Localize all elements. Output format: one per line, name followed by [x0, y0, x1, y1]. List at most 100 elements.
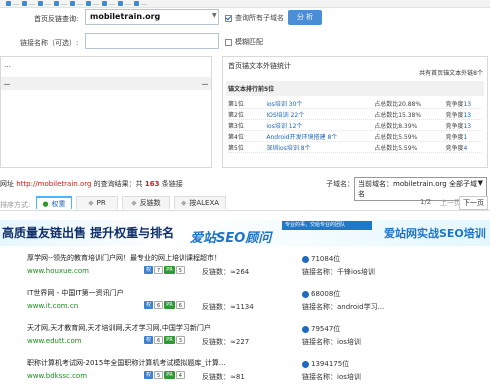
bookmark-icon	[22, 1, 27, 6]
weight-badge: 权	[144, 371, 154, 379]
result-url[interactable]: www.it.com.cn	[27, 302, 78, 310]
backlink-count: 反链数：≈264	[202, 268, 250, 276]
summary-count: 163	[144, 180, 160, 188]
bookmark-icon	[38, 1, 43, 6]
competition-value[interactable]: 13	[463, 112, 471, 119]
alexa-icon	[302, 290, 309, 298]
anchor-rank-row: 第4位 Android开发环境搭建 8个 占总数比5.59% 竞争度1	[228, 131, 482, 142]
sort-tab[interactable]: ◆ PR	[76, 196, 118, 209]
anchor-link[interactable]: ios培训 12个	[266, 121, 374, 130]
result-item: 职称计算机考试网-2015年全国职称计算机考试模拟题库_计算... www.bdk…	[0, 355, 490, 390]
bookmark-item[interactable]: …	[134, 0, 147, 7]
anchor-rank-row: 第5位 深圳ios培训 8个 占总数比5.59% 竞争度4	[228, 142, 482, 153]
competition-value[interactable]: 13	[463, 123, 471, 130]
result-url[interactable]: www.bdkssc.com	[27, 372, 87, 380]
bookmark-icon	[134, 1, 139, 6]
rank-badges: 权 6 PR 6	[144, 301, 186, 309]
anchor-link[interactable]: IOS培训 22个	[266, 110, 374, 119]
alexa-icon	[302, 325, 309, 333]
prev-page-link[interactable]: 上一页	[440, 198, 461, 208]
result-title[interactable]: 厚学网--领先的教育培训门户网！最专业的网上培训课程超市！	[27, 253, 221, 263]
anchor-text: 链接名称：android学习...	[302, 303, 385, 311]
banner-left-text: 高质量友链出售 提升权重与排名	[2, 226, 175, 240]
pr-badge: PR	[164, 266, 175, 274]
result-title[interactable]: IT世界网 - 中国IT第一资讯门户	[27, 288, 124, 298]
competition-value[interactable]: 4	[463, 145, 467, 152]
dropdown-arrow-icon[interactable]: ▼	[212, 12, 217, 19]
result-item: IT世界网 - 中国IT第一资讯门户 www.it.com.cn 权 6 PR 6 反链数：…	[0, 285, 490, 320]
bookmark-item[interactable]: …	[102, 0, 115, 7]
sort-label: 排序方式:	[0, 201, 31, 209]
weight-icon: ●	[42, 199, 49, 208]
alexa-rank: 68008位	[302, 289, 340, 299]
result-title[interactable]: 天才网,天才教育网,天才培训网,天才学习网,中国学习新门户	[27, 323, 211, 333]
backlink-count: 反链数：≈1134	[202, 303, 254, 311]
left-panel-title: …	[4, 61, 11, 69]
sort-icon: ◆	[131, 199, 137, 207]
anchor-text: 链接名称：ios培训	[302, 338, 361, 346]
link-name-label: 链接名称（可选）:	[20, 39, 79, 47]
result-url[interactable]: www.houxue.com	[27, 267, 89, 275]
anchor-stats-title: 首页锚文本外链统计	[228, 62, 291, 70]
bookmark-item[interactable]: …	[54, 0, 67, 7]
alexa-rank: 79547位	[302, 324, 340, 334]
summary-url: http://mobiletrain.org	[16, 180, 92, 188]
rank-badges: 权 5 PR 4	[144, 371, 186, 379]
bookmark-item[interactable]: …	[6, 0, 19, 7]
bookmark-item[interactable]: …	[86, 0, 99, 7]
result-item: 厚学网--领先的教育培训门户网！最专业的网上培训课程超市！ www.houxue.…	[0, 250, 490, 285]
bookmark-item[interactable]: …	[22, 0, 35, 7]
anchor-rank-row: 第1位 ios培训 30个 占总数比20.88% 竞争度13	[228, 98, 482, 109]
subdomain-label: 子域名：	[326, 180, 354, 188]
link-name-input[interactable]	[85, 33, 219, 49]
sort-tab[interactable]: ◆ 按ALEXA	[174, 196, 226, 209]
anchor-link[interactable]: Android开发环境搭建 8个	[266, 132, 374, 141]
domain-input[interactable]: mobiletrain.org	[85, 9, 219, 25]
ad-banner[interactable]: 高质量友链出售 提升权重与排名 爱站SEO顾问 专业的事，交给专业的团队 爱站网…	[0, 220, 490, 246]
bookmark-icon	[86, 1, 91, 6]
competition-value[interactable]: 1	[463, 134, 467, 141]
bookmark-item[interactable]: …	[118, 0, 131, 7]
alexa-rank: 1394175位	[302, 359, 349, 369]
bookmark-icon	[118, 1, 123, 6]
check-all-subdomains[interactable]: 查询所有子域名	[225, 13, 284, 23]
banner-right-text: 爱站网实战SEO培训	[384, 227, 486, 240]
anchor-link[interactable]: 深圳ios培训 8个	[266, 143, 374, 152]
banner-logo: 爱站SEO顾问	[190, 231, 272, 246]
bookmark-icon	[6, 1, 11, 6]
check-all-checkbox[interactable]	[225, 14, 232, 22]
competition-value[interactable]: 13	[463, 101, 471, 108]
sort-icon: ◆	[180, 199, 187, 207]
sort-tab[interactable]: ● 权重	[36, 196, 72, 209]
pr-badge: PR	[164, 371, 175, 379]
left-panel-header: … …	[1, 77, 211, 90]
anchor-link[interactable]: ios培训 30个	[266, 99, 374, 108]
analyze-button[interactable]: 分 析	[288, 10, 322, 25]
alexa-icon	[302, 255, 309, 263]
result-url[interactable]: www.edutt.com	[27, 337, 82, 345]
anchor-stats-subtitle: 锚文本排行前5位	[226, 81, 484, 96]
weight-badge: 权	[144, 266, 154, 274]
result-item: 天才网,天才教育网,天才培训网,天才学习网,中国学习新门户 www.edutt.c…	[0, 320, 490, 355]
fuzzy-checkbox[interactable]	[225, 38, 232, 46]
sort-tab[interactable]: ◆ 反链数	[122, 196, 170, 209]
pr-badge: PR	[164, 301, 175, 309]
pager-status: 1/2	[420, 198, 432, 206]
bookmark-item[interactable]: …	[38, 0, 51, 7]
backlink-count: 反链数：≈81	[202, 373, 245, 381]
alexa-icon	[302, 360, 309, 368]
fuzzy-match[interactable]: 模糊匹配	[225, 37, 263, 47]
sort-tabs: ● 权重 ◆ PR ◆ 反链数 ◆ 按ALEXA	[36, 196, 226, 209]
result-title[interactable]: 职称计算机考试网-2015年全国职称计算机考试模拟题库_计算...	[27, 358, 226, 368]
bookmarks-bar: ………………………	[0, 0, 490, 8]
bookmark-icon	[102, 1, 107, 6]
tabs-divider	[0, 210, 490, 211]
banner-slogan: 专业的事，交给专业的团队	[282, 221, 372, 230]
bookmark-item[interactable]: …	[70, 0, 83, 7]
domain-label: 首页反链查询:	[34, 15, 79, 23]
sort-icon: ◆	[88, 199, 94, 207]
next-page-button[interactable]: 下一页	[459, 196, 488, 210]
left-panel: … … …	[0, 56, 212, 168]
anchor-stats-panel: 首页锚文本外链统计 共有首页锚文本外链8个 锚文本排行前5位 第1位 ios培训 …	[222, 56, 488, 168]
bookmark-icon	[54, 1, 59, 6]
